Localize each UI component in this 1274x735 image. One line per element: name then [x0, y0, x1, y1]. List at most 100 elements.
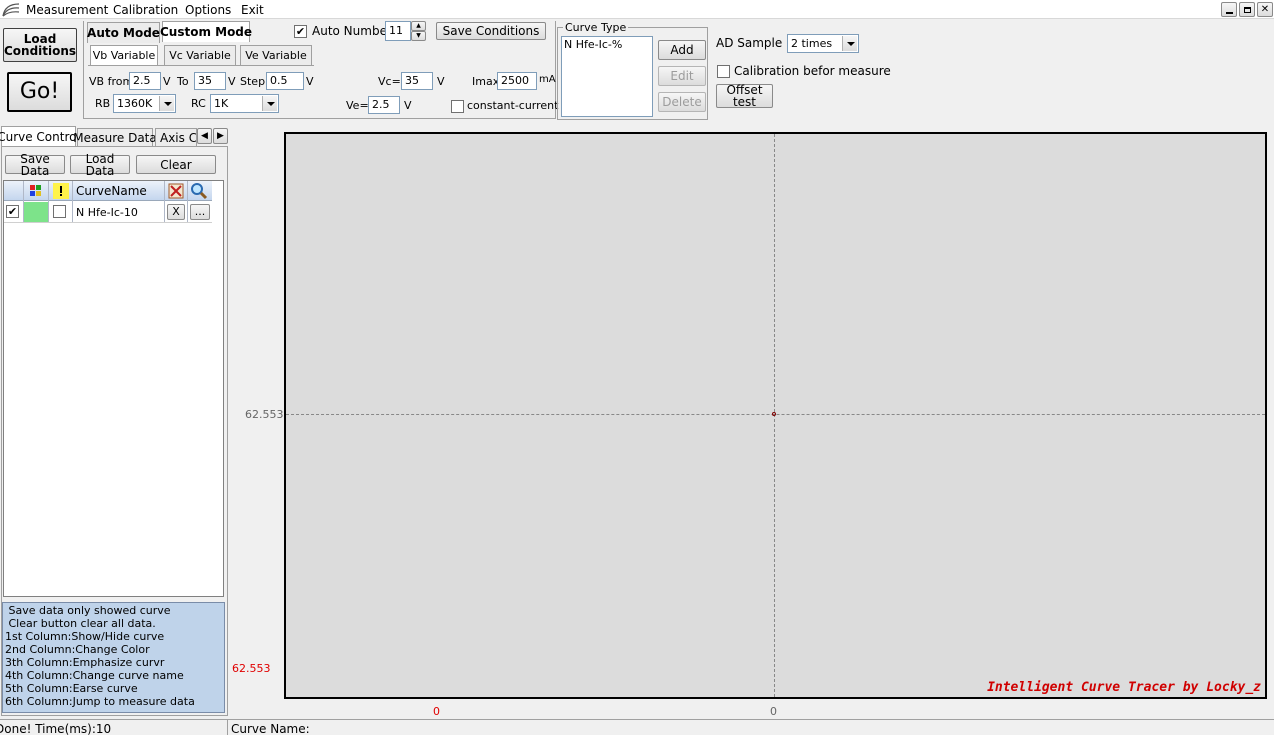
- restore-icon: [1243, 6, 1251, 13]
- table-row[interactable]: ✔ N Hfe-Ic-10 X ...: [4, 202, 212, 223]
- help-line: Save data only showed curve: [5, 604, 171, 617]
- add-button[interactable]: Add: [658, 40, 706, 60]
- help-line: 6th Column:Jump to measure data: [5, 695, 195, 708]
- y-axis-mid-label: 62.553: [245, 408, 284, 421]
- tab-scroll-right-button[interactable]: ▶: [213, 128, 228, 144]
- rb-label: RB: [95, 97, 111, 110]
- load-conditions-button[interactable]: Load Conditions: [3, 28, 77, 62]
- close-button[interactable]: ✕: [1257, 2, 1273, 17]
- clear-button[interactable]: Clear: [136, 155, 216, 174]
- erase-curve-button[interactable]: X: [167, 204, 185, 220]
- save-data-button[interactable]: Save Data: [5, 153, 65, 177]
- menu-calibration[interactable]: Calibration: [113, 2, 178, 18]
- vc-unit: V: [437, 75, 445, 88]
- delete-button[interactable]: Delete: [658, 92, 706, 112]
- help-line: 5th Column:Earse curve: [5, 682, 138, 695]
- rb-value: 1360K: [117, 97, 153, 110]
- ad-sample-value: 2 times: [791, 37, 833, 50]
- jump-data-button[interactable]: ...: [190, 204, 210, 220]
- show-curve-checkbox[interactable]: ✔: [6, 205, 19, 218]
- rc-label: RC: [191, 97, 206, 110]
- step-label: Step: [240, 75, 266, 88]
- save-conditions-button[interactable]: Save Conditions: [436, 22, 546, 40]
- menu-exit[interactable]: Exit: [241, 2, 264, 18]
- to-label: To: [177, 75, 189, 88]
- curve-type-title: Curve Type: [563, 21, 629, 35]
- tab-axis-control[interactable]: Axis Co: [155, 128, 197, 147]
- imax-unit: mA: [539, 74, 556, 85]
- calibration-checkbox[interactable]: [717, 65, 730, 78]
- minimize-icon: [1225, 11, 1233, 14]
- vb-from-label: VB from: [89, 75, 134, 88]
- tab-ve-variable[interactable]: Ve Variable: [240, 45, 312, 65]
- edit-button[interactable]: Edit: [658, 66, 706, 86]
- help-box: Save data only showed curve Clear button…: [2, 602, 225, 713]
- checkmark-icon: ✔: [7, 205, 18, 218]
- spin-down-button[interactable]: ▼: [411, 31, 426, 41]
- x-axis-mid-label: 0: [770, 705, 777, 718]
- to-input[interactable]: 35: [194, 72, 226, 90]
- curve-color-swatch[interactable]: [24, 202, 48, 222]
- tab-divider: [88, 65, 314, 66]
- caret-down-icon: ▼: [416, 32, 421, 39]
- help-line: 1st Column:Show/Hide curve: [5, 630, 165, 643]
- constant-current-checkbox[interactable]: [451, 100, 464, 113]
- curve-name-cell[interactable]: N Hfe-Ic-10: [76, 206, 138, 220]
- checkmark-icon: ✔: [295, 25, 306, 38]
- help-line: 4th Column:Change curve name: [5, 669, 184, 682]
- y-axis-min-label: 62.553: [232, 662, 271, 675]
- restore-button[interactable]: [1239, 2, 1255, 17]
- curve-type-item[interactable]: N Hfe-Ic-%: [564, 38, 650, 51]
- vb-from-input[interactable]: 2.5: [129, 72, 161, 90]
- offset-test-button[interactable]: Offset test: [716, 84, 773, 108]
- ve-label: Ve=: [346, 99, 369, 112]
- ad-sample-select[interactable]: 2 times: [787, 34, 859, 53]
- emphasize-checkbox[interactable]: [53, 205, 66, 218]
- tab-vc-variable[interactable]: Vc Variable: [164, 45, 236, 65]
- vc-input[interactable]: 35: [401, 72, 433, 90]
- minimize-button[interactable]: [1221, 2, 1237, 17]
- curve-type-list[interactable]: N Hfe-Ic-%: [561, 36, 653, 117]
- tab-auto-mode[interactable]: Auto Mode: [87, 22, 160, 43]
- to-unit: V: [228, 75, 236, 88]
- status-divider: [227, 720, 228, 735]
- status-time: Done! Time(ms):10: [0, 722, 112, 735]
- warning-icon: [53, 183, 69, 199]
- menu-bar: Measurement Calibration Options Exit ✕: [0, 0, 1274, 19]
- chevron-down-icon: [842, 36, 857, 51]
- ve-input[interactable]: 2.5: [368, 96, 400, 114]
- step-unit: V: [306, 75, 314, 88]
- calibration-label: Calibration befor measure: [734, 64, 891, 78]
- caret-right-icon: ▶: [217, 131, 224, 141]
- center-point: [772, 412, 776, 416]
- tab-vb-variable[interactable]: Vb Variable: [90, 45, 158, 65]
- app-icon: [2, 3, 20, 17]
- palette-icon: [30, 185, 41, 196]
- menu-options[interactable]: Options: [185, 2, 231, 18]
- imax-input[interactable]: 2500: [497, 72, 537, 90]
- step-input[interactable]: 0.5: [266, 72, 304, 90]
- chevron-down-icon: [159, 96, 174, 111]
- rb-select[interactable]: 1360K: [113, 94, 176, 113]
- ve-unit: V: [404, 99, 412, 112]
- rc-select[interactable]: 1K: [210, 94, 279, 113]
- tab-measure-data[interactable]: Measure Data: [73, 128, 157, 147]
- tab-curve-control[interactable]: Curve Control: [0, 126, 80, 147]
- help-line: Clear button clear all data.: [5, 617, 156, 630]
- tab-scroll-left-button[interactable]: ◀: [197, 128, 212, 144]
- load-data-button[interactable]: Load Data: [70, 153, 130, 177]
- status-curve-name: Curve Name:: [231, 722, 310, 735]
- x-axis-min-label: 0: [433, 705, 440, 718]
- curve-table: CurveName ✔ N Hfe-Ic-10 X ...: [3, 180, 224, 597]
- tab-custom-mode[interactable]: Custom Mode: [160, 21, 252, 42]
- menu-measurement[interactable]: Measurement: [26, 2, 108, 18]
- plot-area[interactable]: Intelligent Curve Tracer by Locky_z: [284, 132, 1267, 699]
- go-button[interactable]: Go!: [7, 72, 72, 112]
- chevron-down-icon: [262, 96, 277, 111]
- auto-number-input[interactable]: 11: [385, 21, 411, 41]
- auto-number-checkbox[interactable]: ✔: [294, 25, 307, 38]
- ad-sample-label: AD Sample: [716, 36, 783, 50]
- magnifier-icon: [191, 183, 208, 200]
- vb-from-unit: V: [163, 75, 171, 88]
- close-icon: ✕: [1260, 3, 1270, 15]
